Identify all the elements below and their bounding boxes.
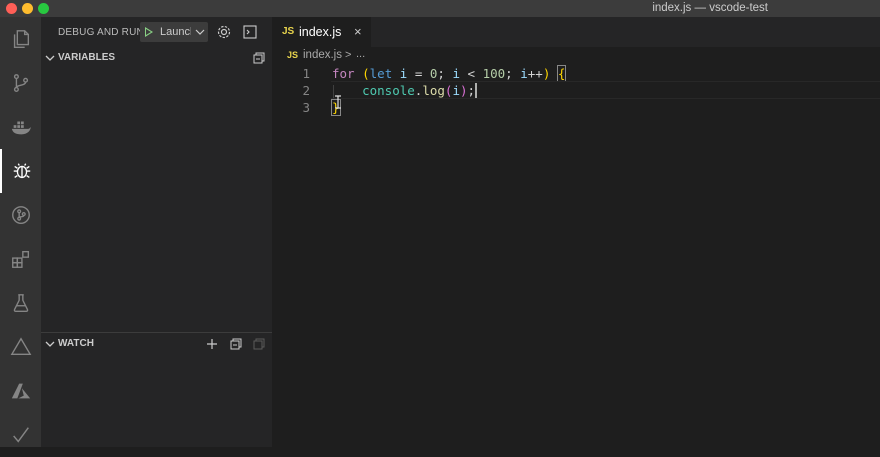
title-bar: index.js — vscode-test: [0, 0, 880, 17]
remove-all-icon[interactable]: [253, 338, 265, 350]
window-title: index.js — vscode-test: [652, 2, 768, 14]
launch-config-dropdown[interactable]: Launch: [140, 22, 208, 42]
tab-label: index.js: [299, 25, 342, 39]
collapse-all-icon[interactable]: [253, 52, 265, 64]
chevron-down-icon: [45, 341, 55, 347]
debug-sidebar: DEBUG AND RUN Launch VARIABLES WATCH: [41, 17, 272, 447]
collapse-all-icon[interactable]: [230, 338, 242, 350]
variables-section-header[interactable]: VARIABLES: [41, 47, 272, 69]
line-number: 1: [302, 66, 310, 81]
watch-section-header[interactable]: WATCH: [41, 332, 272, 355]
breadcrumb: JS index.js > ...: [272, 47, 880, 65]
breadcrumb-separator: >: [345, 49, 352, 61]
azure-icon[interactable]: [0, 369, 41, 413]
activity-bar: [0, 17, 41, 447]
chevron-down-icon: [195, 29, 205, 35]
docker-icon[interactable]: [0, 105, 41, 149]
tab-bar: JS index.js ×: [272, 17, 880, 47]
chevron-down-icon: [45, 55, 55, 61]
line-number: 2: [302, 83, 310, 98]
javascript-file-icon: JS: [287, 50, 299, 60]
mouse-ibeam-cursor-icon: [335, 95, 341, 109]
play-inner: [146, 29, 151, 35]
text-cursor: [475, 83, 477, 98]
editor-group: JS index.js × JS index.js > ... 1 for (l…: [272, 17, 880, 447]
extensions-icon[interactable]: [0, 237, 41, 281]
javascript-file-icon: JS: [282, 26, 295, 37]
variables-label: VARIABLES: [58, 52, 116, 63]
line-source: console.log(i);: [362, 83, 477, 98]
triangle-icon[interactable]: [0, 325, 41, 369]
code-line-current[interactable]: 2 console.log(i);: [272, 81, 880, 99]
explorer-icon[interactable]: [0, 17, 41, 61]
debug-icon[interactable]: [0, 149, 41, 193]
watch-label: WATCH: [58, 338, 94, 349]
code-line[interactable]: 1 for (let i = 0; i < 100; i++) {: [272, 65, 880, 82]
debug-console-icon[interactable]: [242, 24, 258, 40]
source-control-icon[interactable]: [0, 61, 41, 105]
breadcrumb-file[interactable]: index.js: [303, 49, 342, 61]
checkmark-icon[interactable]: [0, 413, 41, 457]
close-tab-icon[interactable]: ×: [354, 25, 362, 38]
code-line[interactable]: 3 }: [272, 99, 880, 116]
test-flask-icon[interactable]: [0, 281, 41, 325]
sidebar-header: DEBUG AND RUN Launch: [41, 17, 272, 47]
watch-panel: [41, 355, 272, 447]
git-graph-icon[interactable]: [0, 193, 41, 237]
line-number: 3: [302, 100, 310, 115]
line-source: for (let i = 0; i < 100; i++) {: [332, 65, 567, 82]
launch-config-label: Launch: [160, 26, 191, 38]
breadcrumb-symbols[interactable]: ...: [356, 48, 365, 60]
sidebar-title: DEBUG AND RUN: [58, 27, 144, 38]
add-expression-icon[interactable]: [206, 338, 218, 350]
tab-index-js[interactable]: JS index.js ×: [272, 17, 371, 47]
gear-icon[interactable]: [216, 24, 232, 40]
